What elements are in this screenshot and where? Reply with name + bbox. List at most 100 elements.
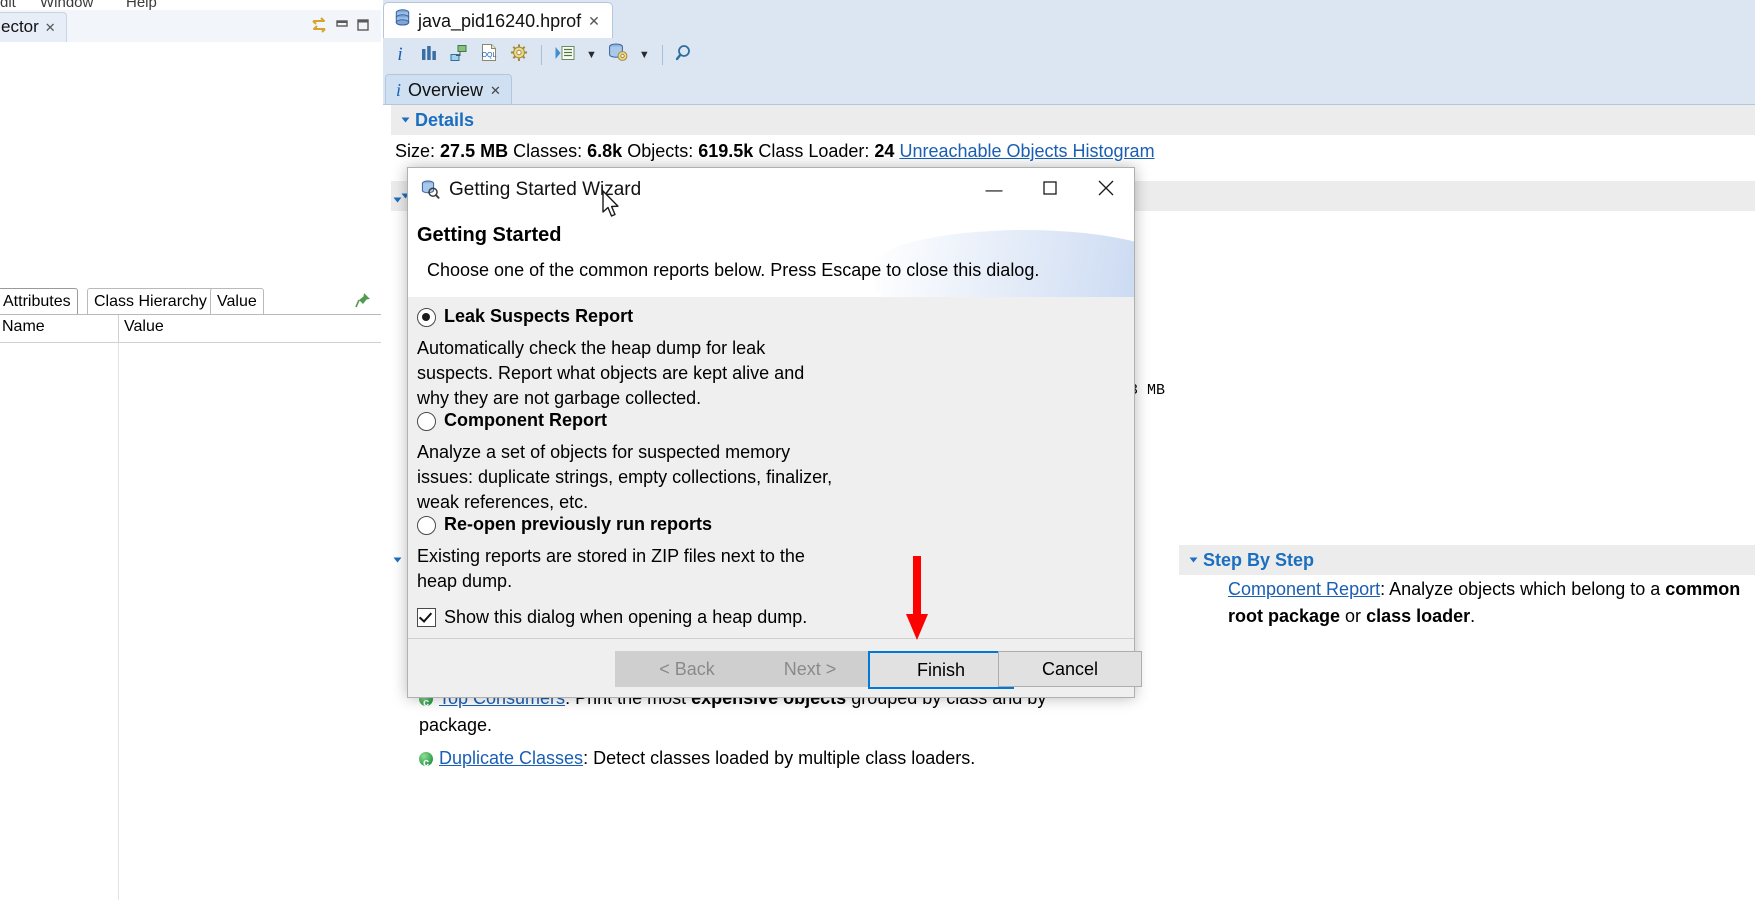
heap-dump-search-icon xyxy=(420,180,440,200)
query-browser-icon[interactable] xyxy=(554,44,576,67)
component-report-text-1: : Analyze objects which belong to a xyxy=(1380,579,1666,599)
dialog-body: Leak Suspects Report Automatically check… xyxy=(408,297,1134,638)
radio-leak-suspects-report-description: Automatically check the heap dump for le… xyxy=(417,338,805,408)
section-details[interactable]: Details xyxy=(391,105,1755,135)
chevron-down-icon-3[interactable] xyxy=(393,557,402,563)
component-report-text-2: or xyxy=(1340,606,1367,626)
radio-component-report[interactable]: Component Report xyxy=(417,410,607,431)
close-icon[interactable]: ✕ xyxy=(588,13,600,30)
show-dialog-checkbox[interactable]: Show this dialog when opening a heap dum… xyxy=(417,607,807,628)
editor-tab-bar: java_pid16240.hprof ✕ xyxy=(383,0,1755,39)
dialog-heading: Getting Started xyxy=(417,224,562,246)
close-icon[interactable]: ✕ xyxy=(490,83,501,99)
show-dialog-checkbox-label: Show this dialog when opening a heap dum… xyxy=(444,607,808,627)
radio-button-indicator[interactable] xyxy=(417,308,436,327)
tab-heap-dump[interactable]: java_pid16240.hprof ✕ xyxy=(383,2,613,39)
dominator-tree-icon[interactable] xyxy=(449,44,469,67)
chevron-down-icon xyxy=(401,117,410,123)
checkbox-indicator[interactable] xyxy=(417,608,436,627)
arrow-shaft xyxy=(913,556,921,618)
tab-value[interactable]: Value xyxy=(210,288,264,314)
pin-icon[interactable] xyxy=(355,292,371,313)
overview-tab-bar: i Overview ✕ xyxy=(383,72,1755,106)
minimize-button[interactable]: — xyxy=(966,168,1022,212)
toolbar-separator xyxy=(541,45,542,65)
component-report-bold-2: class loader xyxy=(1366,606,1471,626)
classloader-label: Class Loader: xyxy=(758,141,870,161)
finish-button[interactable]: Finish xyxy=(868,651,1014,689)
cancel-button[interactable]: Cancel xyxy=(998,651,1142,687)
classloader-value: 24 xyxy=(874,141,895,161)
objects-value: 619.5k xyxy=(698,141,754,161)
classes-value: 6.8k xyxy=(587,141,623,161)
chevron-down-icon-5 xyxy=(1189,557,1198,563)
classes-label: Classes: xyxy=(513,141,583,161)
radio-reopen-reports-description: Existing reports are stored in ZIP files… xyxy=(417,546,805,591)
tab-overview[interactable]: i Overview ✕ xyxy=(385,74,512,106)
info-icon: i xyxy=(396,80,402,100)
duplicate-classes-link[interactable]: Duplicate Classes xyxy=(439,748,583,768)
inspector-column-header: Name Value xyxy=(0,314,381,343)
inspector-tab-bar: ector ✕ xyxy=(0,10,381,47)
radio-reopen-reports[interactable]: Re-open previously run reports xyxy=(417,514,712,535)
radio-component-report-label: Component Report xyxy=(444,410,607,430)
toolbar-separator-2 xyxy=(661,45,663,65)
chevron-down-icon-2[interactable]: ▼ xyxy=(639,49,650,61)
arrow-head xyxy=(906,614,928,640)
column-divider[interactable] xyxy=(118,315,119,343)
close-icon[interactable]: ✕ xyxy=(45,20,56,35)
duplicate-classes-text-1: : Detect classes loaded by multiple clas… xyxy=(583,748,976,768)
histogram-icon[interactable] xyxy=(419,44,439,67)
oql-icon[interactable]: OQL xyxy=(479,43,499,67)
find-icon[interactable] xyxy=(675,43,695,67)
tab-class-hierarchy[interactable]: Class Hierarchy xyxy=(87,288,214,314)
tab-overview-label: Overview xyxy=(408,80,484,100)
dialog-button-bar: < Back Next > Finish Cancel xyxy=(408,638,1142,697)
open-query-icon[interactable] xyxy=(607,43,629,67)
objects-label: Objects: xyxy=(627,141,694,161)
size-value: 27.5 MB xyxy=(440,141,509,161)
section-details-label: Details xyxy=(415,109,475,130)
maximize-icon xyxy=(1042,180,1058,201)
chevron-down-icon[interactable]: ▼ xyxy=(586,49,597,61)
section-step-by-step[interactable]: Step By Step xyxy=(1179,545,1755,575)
tab-inspector-label: ector xyxy=(1,17,39,36)
inspector-table-body xyxy=(0,342,381,900)
overview-info-icon[interactable]: i xyxy=(391,44,409,66)
minimize-icon[interactable] xyxy=(334,17,350,38)
close-button[interactable] xyxy=(1078,168,1134,212)
column-grid-line xyxy=(118,343,119,900)
query-bullet-icon-2 xyxy=(419,750,433,777)
svg-text:OQL: OQL xyxy=(482,52,497,59)
calculate-retained-size-icon[interactable] xyxy=(509,43,529,67)
dialog-header-area: Getting Started Choose one of the common… xyxy=(408,212,1134,298)
chevron-down-icon-4[interactable] xyxy=(393,197,402,203)
report-item-duplicate-classes: Duplicate Classes: Detect classes loaded… xyxy=(419,745,1059,777)
size-label: Size: xyxy=(395,141,436,161)
radio-button-indicator-2[interactable] xyxy=(417,412,436,431)
radio-reopen-reports-label: Re-open previously run reports xyxy=(444,514,713,534)
section-step-by-step-label: Step By Step xyxy=(1203,549,1315,570)
unreachable-objects-histogram-link[interactable]: Unreachable Objects Histogram xyxy=(899,141,1154,161)
details-summary-line: Size: 27.5 MB Classes: 6.8k Objects: 619… xyxy=(395,141,1155,162)
next-button[interactable]: Next > xyxy=(738,651,882,687)
inspector-view: ector ✕ Attributes Class Hierarchy Value … xyxy=(0,10,381,900)
maximize-icon[interactable] xyxy=(355,17,371,38)
radio-leak-suspects-report-label: Leak Suspects Report xyxy=(444,306,634,326)
maximize-button[interactable] xyxy=(1022,168,1078,212)
mouse-pointer xyxy=(601,190,623,220)
radio-leak-suspects-report[interactable]: Leak Suspects Report xyxy=(417,306,633,327)
component-report-link[interactable]: Component Report xyxy=(1228,579,1380,599)
tab-heap-dump-label: java_pid16240.hprof xyxy=(418,10,582,31)
radio-component-report-description: Analyze a set of objects for suspected m… xyxy=(417,442,833,512)
red-down-arrow-annotation xyxy=(906,556,928,646)
component-report-text-3: . xyxy=(1470,606,1476,626)
inspector-bottom-tabs: Attributes Class Hierarchy Value xyxy=(0,288,381,314)
inspector-content-empty xyxy=(0,42,381,282)
link-with-selection-icon[interactable] xyxy=(309,17,329,40)
heap-dump-icon xyxy=(394,9,411,33)
radio-button-indicator-3[interactable] xyxy=(417,516,436,535)
column-header-name[interactable]: Name xyxy=(2,318,45,336)
column-header-value[interactable]: Value xyxy=(124,318,164,336)
tab-attributes[interactable]: Attributes xyxy=(0,288,78,314)
